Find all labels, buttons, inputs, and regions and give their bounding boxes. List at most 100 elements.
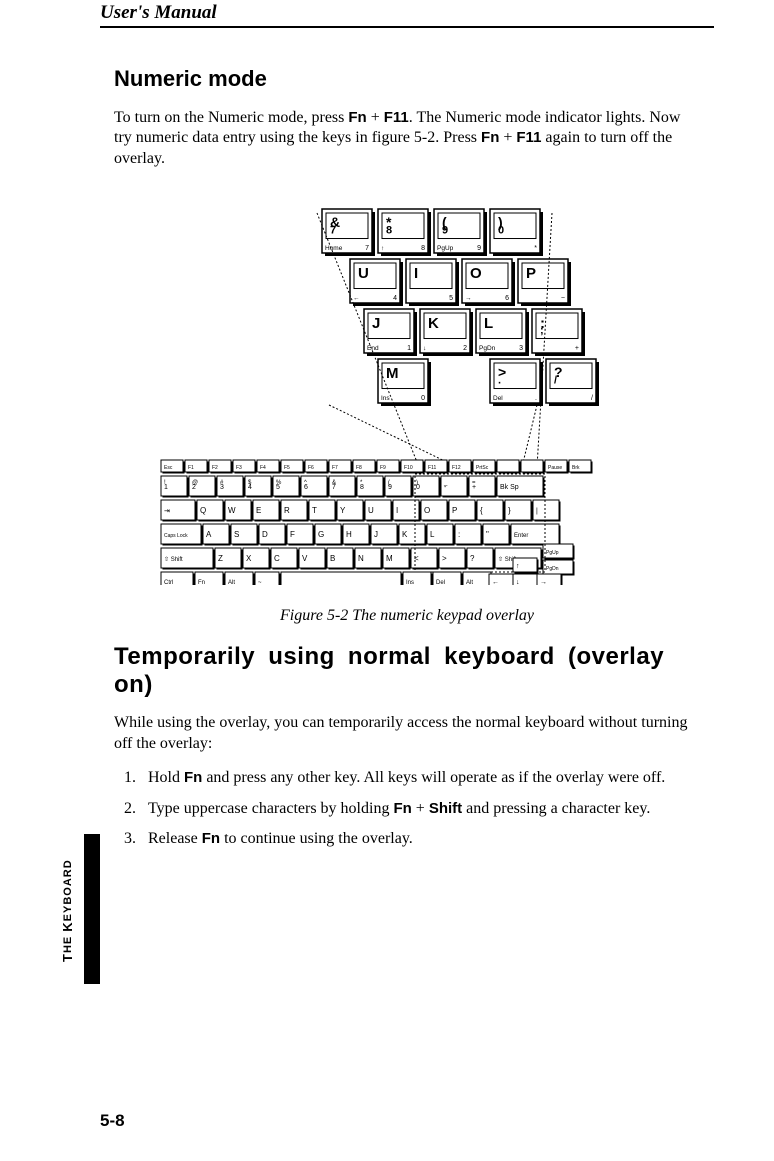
svg-text:3: 3 — [519, 345, 523, 352]
list-item: Release Fn to continue using the overlay… — [140, 829, 700, 849]
svg-text:PgDn: PgDn — [546, 566, 559, 572]
svg-text:Ins: Ins — [406, 580, 414, 585]
svg-text:%: % — [276, 480, 282, 486]
svg-text:R: R — [284, 506, 290, 515]
svg-text:V: V — [302, 554, 308, 563]
key-f11: F11 — [384, 109, 409, 126]
svg-text:G: G — [318, 530, 324, 539]
text: To turn on the Numeric mode, press — [114, 109, 348, 126]
svg-text:O: O — [470, 265, 482, 282]
svg-text:K: K — [402, 530, 408, 539]
svg-text:⇧ Shift: ⇧ Shift — [164, 556, 183, 563]
svg-text:−: − — [561, 295, 565, 302]
svg-text:+: + — [575, 345, 579, 352]
side-tab-bar — [84, 834, 100, 984]
svg-text:Alt: Alt — [466, 580, 473, 585]
numeric-paragraph: To turn on the Numeric mode, press Fn + … — [114, 108, 700, 169]
svg-text:^: ^ — [304, 480, 307, 486]
svg-text:I: I — [396, 506, 398, 515]
text: and press any other key. All keys will o… — [202, 769, 665, 786]
svg-text:5: 5 — [449, 295, 453, 302]
svg-text:Z: Z — [218, 554, 223, 563]
svg-text:W: W — [228, 506, 236, 515]
svg-text:;: ; — [540, 325, 544, 337]
svg-text:Fn: Fn — [198, 580, 205, 585]
svg-text:9: 9 — [442, 225, 448, 237]
svg-text:&: & — [332, 480, 336, 486]
svg-text:E: E — [256, 506, 261, 515]
svg-text:=: = — [472, 480, 476, 486]
temp-intro: While using the overlay, you can tempora… — [114, 713, 700, 754]
svg-text:J: J — [372, 315, 380, 332]
svg-text:0: 0 — [498, 225, 504, 237]
svg-text:(: ( — [388, 480, 390, 486]
text: + — [367, 109, 384, 126]
svg-text:M: M — [386, 554, 393, 563]
svg-text:D: D — [262, 530, 268, 539]
svg-text:Pause: Pause — [548, 465, 562, 471]
svg-text:↑: ↑ — [381, 245, 384, 252]
svg-text:End: End — [367, 345, 379, 352]
text: Hold — [148, 769, 184, 786]
svg-text:F4: F4 — [260, 465, 266, 471]
svg-text:→: → — [465, 295, 472, 302]
key-fn: Fn — [348, 109, 366, 126]
svg-text:6: 6 — [505, 295, 509, 302]
svg-text:Del: Del — [493, 395, 503, 402]
svg-text:K: K — [428, 315, 439, 332]
svg-text:H: H — [346, 530, 352, 539]
svg-text:F2: F2 — [212, 465, 218, 471]
svg-text:B: B — [330, 554, 335, 563]
svg-text:←: ← — [492, 579, 499, 585]
svg-text:Alt: Alt — [228, 580, 235, 585]
svg-text:Esc: Esc — [164, 465, 173, 471]
text: + — [412, 800, 429, 817]
svg-text:S: S — [234, 530, 239, 539]
svg-text:↑: ↑ — [516, 563, 520, 570]
side-tab-label: THE KEYBOARD — [60, 836, 80, 986]
text: T — [60, 953, 75, 962]
svg-text:Caps Lock: Caps Lock — [164, 533, 188, 539]
svg-text:7: 7 — [330, 225, 336, 237]
svg-text:J: J — [374, 530, 378, 539]
svg-text:F1: F1 — [188, 465, 194, 471]
svg-text:PgUp: PgUp — [437, 245, 454, 252]
svg-text:L: L — [484, 315, 493, 332]
text: and pressing a character key. — [462, 800, 650, 817]
svg-text:Brk: Brk — [572, 465, 580, 471]
svg-text:L: L — [430, 530, 435, 539]
svg-text:↓: ↓ — [516, 579, 520, 585]
svg-text:|: | — [536, 508, 538, 515]
section-title-numeric: Numeric mode — [114, 66, 700, 92]
svg-text:PgUp: PgUp — [546, 550, 559, 556]
svg-text:4: 4 — [393, 295, 397, 302]
svg-text:>: > — [442, 554, 447, 563]
svg-text:N: N — [358, 554, 364, 563]
svg-text:{: { — [480, 506, 483, 515]
svg-text:): ) — [416, 480, 418, 486]
svg-text:1: 1 — [407, 345, 411, 352]
svg-text:F7: F7 — [332, 465, 338, 471]
list-item: Hold Fn and press any other key. All key… — [140, 768, 700, 788]
text: + — [499, 129, 516, 146]
figure-caption: Figure 5-2 The numeric keypad overlay — [100, 607, 714, 625]
svg-text:X: X — [246, 554, 252, 563]
svg-text:~: ~ — [258, 580, 262, 585]
svg-text:Del: Del — [436, 580, 445, 585]
svg-text:.: . — [535, 395, 537, 402]
svg-text:}: } — [508, 506, 511, 515]
svg-text:.: . — [498, 375, 501, 387]
svg-text:Y: Y — [340, 506, 346, 515]
svg-text:/: / — [554, 375, 557, 387]
svg-text:_: _ — [443, 480, 448, 486]
key-fn: Fn — [184, 769, 202, 786]
svg-text:P: P — [452, 506, 457, 515]
section-title-temp: Temporarily using normal keyboard (overl… — [114, 643, 700, 699]
svg-text:⇥: ⇥ — [164, 508, 170, 515]
svg-text:?: ? — [470, 554, 475, 563]
key-fn: Fn — [202, 830, 220, 847]
text: Type uppercase characters by holding — [148, 800, 393, 817]
svg-text:7: 7 — [365, 245, 369, 252]
svg-text:0: 0 — [421, 395, 425, 402]
svg-text:↓: ↓ — [423, 345, 426, 352]
